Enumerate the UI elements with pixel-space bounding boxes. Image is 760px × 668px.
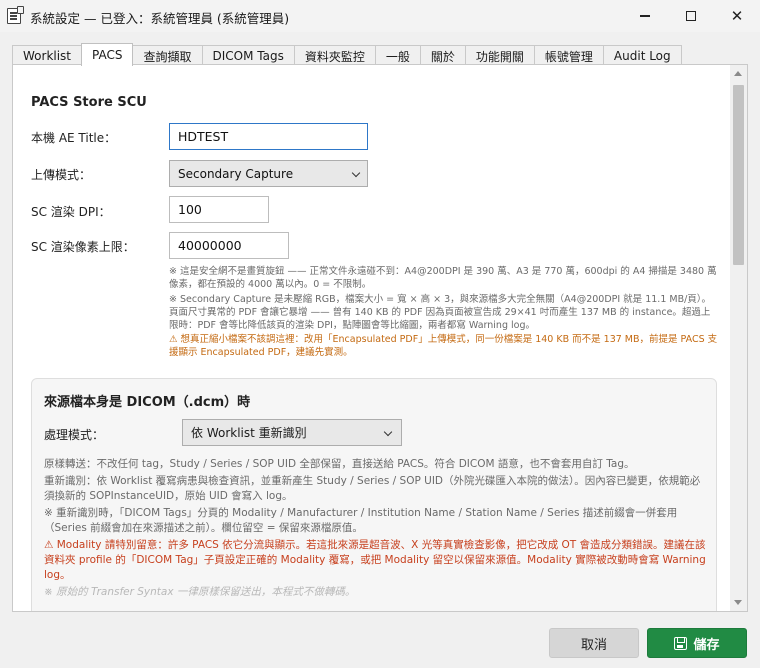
maximize-button[interactable]: [668, 0, 714, 32]
minimize-button[interactable]: [622, 0, 668, 32]
pixel-limit-input[interactable]: 40000000: [169, 232, 289, 259]
upload-mode-value: Secondary Capture: [178, 166, 294, 181]
tab-general[interactable]: 一般: [374, 45, 421, 66]
save-button[interactable]: 儲存: [647, 628, 747, 658]
processing-mode-label: 處理模式：: [44, 428, 105, 442]
processing-mode-value: 依 Worklist 重新識別: [191, 426, 307, 440]
upload-mode-label: 上傳模式：: [31, 168, 92, 182]
pacs-settings-panel: PACS Store SCU 本機 AE Title： HDTEST 上傳模式：…: [12, 64, 748, 612]
section-title-store-scu: PACS Store SCU: [31, 95, 147, 110]
upload-mode-select[interactable]: Secondary Capture: [169, 160, 368, 187]
window-title: 系統設定 — 已登入：系統管理員 (系統管理員): [30, 11, 290, 26]
save-icon: [674, 636, 688, 650]
dicom-tags-note: ※ 重新識別時，「DICOM Tags」分頁的 Modality / Manuf…: [44, 507, 678, 534]
passthrough-note: 原樣轉送：不改任何 tag，Study / Series / SOP UID 全…: [44, 458, 635, 470]
tab-strip: Worklist PACS 查詢擷取 DICOM Tags 資料夾監控 一般 關…: [12, 43, 682, 66]
app-icon: [7, 6, 24, 24]
tab-about[interactable]: 關於: [419, 45, 466, 66]
processing-mode-select[interactable]: 依 Worklist 重新識別: [182, 419, 402, 446]
chevron-down-icon: [383, 427, 393, 437]
modality-warning-note: ⚠ Modality 請特別留意：許多 PACS 依它分流與顯示。若這批來源是超…: [44, 539, 706, 581]
cancel-button-label: 取消: [580, 637, 607, 653]
dpi-input[interactable]: 100: [169, 196, 269, 223]
ae-title-label: 本機 AE Title：: [31, 131, 117, 145]
scrollbar-thumb[interactable]: [733, 85, 744, 265]
pixel-limit-note-warning: ⚠ 想真正縮小檔案不該調這裡：改用「Encapsulated PDF」上傳模式，…: [169, 334, 718, 358]
dpi-label: SC 渲染 DPI：: [31, 205, 111, 219]
vertical-scrollbar[interactable]: [730, 65, 747, 611]
tab-account-management[interactable]: 帳號管理: [533, 45, 604, 66]
maximize-icon: [686, 11, 696, 21]
title-bar: 系統設定 — 已登入：系統管理員 (系統管理員) ✕: [0, 0, 760, 32]
tab-audit-log[interactable]: Audit Log: [602, 45, 682, 66]
pixel-limit-label: SC 渲染像素上限：: [31, 240, 135, 254]
dicom-source-title: 來源檔本身是 DICOM（.dcm）時: [44, 395, 251, 410]
pixel-limit-note-size: ※ Secondary Capture 是未壓縮 RGB，檔案大小 = 寬 × …: [169, 294, 712, 331]
dialog-footer: 取消 儲存: [0, 614, 760, 668]
cancel-button[interactable]: 取消: [549, 628, 639, 658]
tab-pacs[interactable]: PACS: [81, 43, 134, 66]
scroll-up-icon[interactable]: [734, 71, 742, 76]
dicom-source-card: 來源檔本身是 DICOM（.dcm）時 處理模式： 依 Worklist 重新識…: [31, 378, 717, 611]
close-button[interactable]: ✕: [714, 0, 760, 32]
save-button-label: 儲存: [693, 637, 720, 653]
tab-dicom-tags[interactable]: DICOM Tags: [201, 45, 295, 66]
scroll-content: PACS Store SCU 本機 AE Title： HDTEST 上傳模式：…: [13, 65, 730, 611]
tab-query-retrieve[interactable]: 查詢擷取: [132, 45, 203, 66]
tab-feature-toggles[interactable]: 功能開關: [464, 45, 535, 66]
minimize-icon: [640, 15, 650, 17]
reidentify-note: 重新識別：依 Worklist 覆寫病患與檢查資訊，並重新產生 Study / …: [44, 475, 701, 502]
tab-worklist[interactable]: Worklist: [12, 45, 83, 66]
ae-title-input[interactable]: HDTEST: [169, 123, 368, 150]
tab-folder-monitor[interactable]: 資料夾監控: [293, 45, 376, 66]
scroll-down-icon[interactable]: [734, 600, 742, 605]
close-icon: ✕: [730, 7, 744, 25]
transfer-syntax-note: ※ 原始的 Transfer Syntax 一律原樣保留送出，本程式不做轉碼。: [44, 586, 356, 598]
chevron-down-icon: [351, 168, 361, 178]
pixel-limit-note-safety: ※ 這是安全網不是畫質旋鈕 —— 正常文件永遠碰不到：A4@200DPI 是 3…: [169, 266, 717, 290]
